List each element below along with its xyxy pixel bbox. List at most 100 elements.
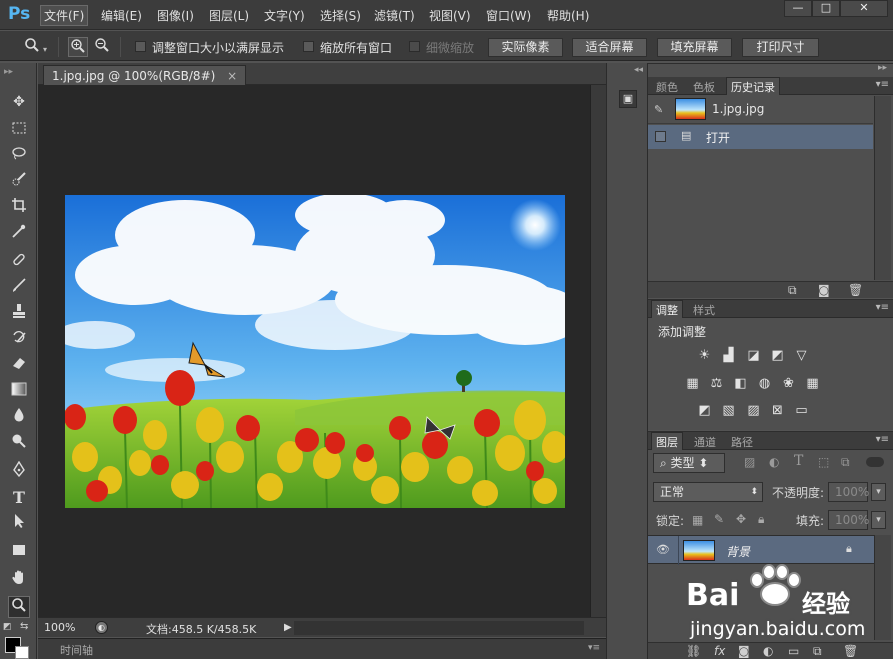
layer-mask-icon[interactable]: ◙ <box>738 644 750 658</box>
zoom-in-icon[interactable] <box>68 37 88 57</box>
lock-transparent-icon[interactable]: ▦ <box>692 513 703 527</box>
new-document-from-state-icon[interactable]: ⧉ <box>788 283 797 298</box>
minimize-button[interactable]: — <box>784 0 812 17</box>
timeline-panel[interactable]: 时间轴 ▾≡ <box>38 638 606 659</box>
panel-menu-icon[interactable]: ▾≡ <box>876 79 889 90</box>
status-menu-icon[interactable]: ◐ <box>95 621 108 634</box>
horizontal-scrollbar[interactable] <box>294 621 584 635</box>
menu-type[interactable]: 文字(Y) <box>264 7 305 24</box>
healing-brush-tool-icon[interactable] <box>8 251 30 273</box>
print-size-button[interactable]: 打印尺寸 <box>742 38 819 57</box>
history-brush-tool-icon[interactable] <box>8 329 30 351</box>
brightness-contrast-icon[interactable]: ☀ <box>696 348 713 363</box>
tab-channels[interactable]: 通道 <box>694 434 716 450</box>
history-step[interactable]: ▤ 打开 <box>648 125 873 149</box>
history-scrollbar[interactable] <box>874 96 891 280</box>
actual-pixels-button[interactable]: 实际像素 <box>488 38 563 57</box>
vibrance-icon[interactable]: ▽ <box>793 348 810 363</box>
camera-icon[interactable]: ◙ <box>818 283 830 297</box>
panel-menu-icon[interactable]: ▾≡ <box>876 434 889 445</box>
marquee-tool-icon[interactable] <box>8 119 30 141</box>
fill-screen-button[interactable]: 填充屏幕 <box>657 38 732 57</box>
vertical-scrollbar[interactable] <box>590 85 606 617</box>
quick-selection-tool-icon[interactable] <box>8 171 30 193</box>
menu-layer[interactable]: 图层(L) <box>209 7 249 24</box>
brush-tool-icon[interactable] <box>8 277 30 299</box>
link-layers-icon[interactable]: ⛓ <box>686 644 701 658</box>
smart-object-filter-icon[interactable]: ⧉ <box>841 455 850 470</box>
tab-close-icon[interactable]: × <box>227 69 237 83</box>
menu-edit[interactable]: 编辑(E) <box>101 7 142 24</box>
swap-colors-icon[interactable]: ⇆ <box>20 621 28 632</box>
photo-filter-icon[interactable]: ◍ <box>756 376 773 391</box>
path-selection-tool-icon[interactable] <box>8 513 30 535</box>
menu-help[interactable]: 帮助(H) <box>547 7 589 24</box>
black-white-icon[interactable]: ◧ <box>732 376 749 391</box>
eye-icon[interactable]: 👁︎ <box>656 543 670 556</box>
clone-stamp-tool-icon[interactable] <box>8 303 30 325</box>
layer-style-icon[interactable]: fx <box>714 644 725 658</box>
tool-preset-dropdown-icon[interactable]: ▾ <box>43 45 47 54</box>
dodge-tool-icon[interactable] <box>8 433 30 455</box>
shape-filter-icon[interactable]: ⬚ <box>818 455 829 469</box>
filter-toggle-icon[interactable] <box>866 457 884 467</box>
trash-icon[interactable]: 🗑 <box>848 283 863 297</box>
layer-filter-dropdown[interactable]: ⌕ 类型 ⬍ <box>653 453 725 473</box>
gradient-map-icon[interactable]: ▭ <box>793 403 810 418</box>
menu-select[interactable]: 选择(S) <box>320 7 361 24</box>
document-tab[interactable]: 1.jpg.jpg @ 100%(RGB/8#) × <box>43 65 247 85</box>
history-brush-source-icon[interactable]: ✎ <box>654 103 663 116</box>
adjustment-filter-icon[interactable]: ◐ <box>769 455 779 469</box>
channel-mixer-icon[interactable]: ❀ <box>780 376 797 391</box>
panel-menu-icon[interactable]: ▾≡ <box>876 302 889 313</box>
tab-adjustments[interactable]: 调整 <box>651 300 683 318</box>
blur-tool-icon[interactable] <box>8 407 30 429</box>
tab-paths[interactable]: 路径 <box>731 434 753 450</box>
tab-history[interactable]: 历史记录 <box>726 77 780 95</box>
menu-view[interactable]: 视图(V) <box>429 7 471 24</box>
tab-styles[interactable]: 样式 <box>693 302 715 318</box>
pixel-filter-icon[interactable]: ▨ <box>744 455 755 469</box>
gradient-tool-icon[interactable] <box>8 381 30 403</box>
tab-swatches[interactable]: 色板 <box>693 79 715 95</box>
posterize-icon[interactable]: ▧ <box>720 403 737 418</box>
color-balance-icon[interactable]: ⚖ <box>708 376 725 391</box>
blend-mode-dropdown[interactable]: 正常 ⬍ <box>653 482 763 502</box>
history-step-checkbox[interactable] <box>655 131 666 142</box>
panel-collapse-icon[interactable]: ▸▸ <box>4 67 13 77</box>
lasso-tool-icon[interactable] <box>8 145 30 167</box>
zoom-all-windows-checkbox[interactable] <box>303 41 314 52</box>
zoom-level[interactable]: 100% <box>44 621 75 634</box>
close-button[interactable]: ✕ <box>840 0 888 17</box>
menu-window[interactable]: 窗口(W) <box>486 7 531 24</box>
trash-icon[interactable]: 🗑 <box>843 644 858 658</box>
opacity-dropdown-icon[interactable]: ▾ <box>871 483 886 501</box>
lock-position-icon[interactable]: ✥ <box>736 512 746 526</box>
threshold-icon[interactable]: ▨ <box>745 403 762 418</box>
scrubby-zoom-checkbox[interactable] <box>409 41 420 52</box>
menu-filter[interactable]: 滤镜(T) <box>374 7 415 24</box>
crop-tool-icon[interactable] <box>8 197 30 219</box>
fill-dropdown-icon[interactable]: ▾ <box>871 511 886 529</box>
type-tool-icon[interactable]: T <box>8 487 30 509</box>
color-lookup-icon[interactable]: ▦ <box>804 376 821 391</box>
panel-collapse-icon[interactable]: ▸▸ <box>878 63 887 73</box>
history-snapshot[interactable]: ✎ 1.jpg.jpg <box>648 96 873 124</box>
tab-color[interactable]: 颜色 <box>656 79 678 95</box>
layers-scrollbar[interactable] <box>874 535 891 640</box>
status-arrow-icon[interactable]: ▶ <box>284 622 292 633</box>
menu-image[interactable]: 图像(I) <box>157 7 194 24</box>
fill-input[interactable]: 100% <box>828 510 869 530</box>
curves-icon[interactable]: ◪ <box>745 348 762 363</box>
new-layer-icon[interactable]: ⧉ <box>813 644 822 659</box>
zoom-icon[interactable] <box>22 37 42 57</box>
default-colors-icon[interactable]: ◩ <box>3 622 12 632</box>
levels-icon[interactable]: ▟ <box>720 348 737 363</box>
document-image[interactable] <box>65 195 565 508</box>
group-icon[interactable]: ▭ <box>788 644 799 658</box>
panel-collapse-icon[interactable]: ◂◂ <box>634 65 643 75</box>
selective-color-icon[interactable]: ⊠ <box>769 403 786 418</box>
tab-layers[interactable]: 图层 <box>651 432 683 450</box>
menu-file[interactable]: 文件(F) <box>40 5 89 26</box>
history-panel-icon[interactable]: ▣ <box>619 90 637 108</box>
